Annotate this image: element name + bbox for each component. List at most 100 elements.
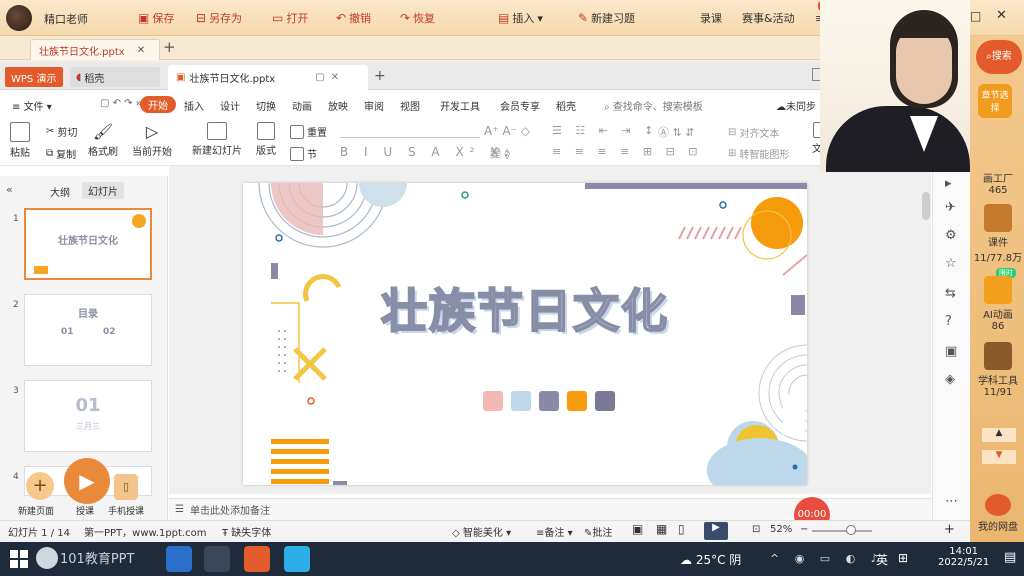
transition-icon[interactable]: ⇆: [945, 286, 956, 301]
chapter-select-button[interactable]: 章节选择: [978, 84, 1012, 118]
unsync-button[interactable]: ☁未同步: [776, 98, 816, 113]
collapse-panel-icon[interactable]: «: [6, 183, 13, 196]
saveas-button[interactable]: ⊟ 另存为: [196, 10, 242, 26]
tab-slideshow[interactable]: 放映: [328, 98, 348, 113]
ime-icon[interactable]: ⊞: [898, 551, 908, 565]
play-from-current-button[interactable]: ▷ 当前开始: [132, 122, 172, 158]
sidebar-search-button[interactable]: ⌕搜索: [976, 40, 1022, 74]
list-controls[interactable]: ☰ ☷ ⇤ ⇥ ↕: [552, 124, 658, 137]
smart-beautify-button[interactable]: ◇ 智能美化 ▾: [452, 524, 511, 539]
teach-play-icon[interactable]: ▶: [64, 458, 110, 504]
sidebar-item-cloud-disk[interactable]: 我的网盘: [972, 494, 1024, 533]
star-icon[interactable]: ☆: [945, 256, 957, 271]
windows-start-icon[interactable]: [10, 550, 28, 568]
layout-button[interactable]: 版式: [256, 122, 276, 157]
tab-daoke[interactable]: 稻壳: [556, 98, 576, 113]
location-icon[interactable]: ◈: [945, 372, 955, 387]
reset-button[interactable]: 重置: [290, 124, 327, 139]
image-icon[interactable]: ▣: [945, 344, 957, 359]
window-icon[interactable]: ▢: [315, 72, 324, 83]
teach-label[interactable]: 授课: [76, 504, 94, 517]
tab-developer[interactable]: 开发工具: [440, 98, 480, 113]
tray-icons[interactable]: ^ ◉ ▭ ◐ ♪: [770, 552, 884, 565]
copy-button[interactable]: ⧉ 复制: [46, 146, 76, 161]
sorter-view-icon[interactable]: ▦: [656, 522, 667, 536]
task-view-icon[interactable]: [36, 547, 58, 569]
clock[interactable]: 14:01 2022/5/21: [938, 546, 989, 568]
cut-button[interactable]: ✂ 剪切: [46, 124, 77, 139]
normal-view-icon[interactable]: ▣: [632, 522, 643, 536]
undo-button[interactable]: ↶ 撤销: [336, 10, 371, 26]
command-search[interactable]: ⌕ 查找命令、搜索模板: [604, 98, 703, 113]
tab-switch[interactable]: 切换: [256, 98, 276, 113]
new-doc-icon[interactable]: +: [374, 68, 386, 84]
insert-menu[interactable]: ▤ 插入 ▾: [498, 10, 543, 26]
slide-thumbnail-2[interactable]: 目录 01 02: [24, 294, 152, 366]
slide-thumbnail-3[interactable]: 01 三月三: [24, 380, 152, 452]
tab-design[interactable]: 设计: [220, 98, 240, 113]
settings-sliders-icon[interactable]: ⚙: [945, 228, 957, 243]
new-exercise-button[interactable]: ✎ 新建习题: [578, 10, 635, 26]
align-text-button[interactable]: ⊟ 对齐文本: [728, 125, 779, 140]
canvas-scrollbar[interactable]: [922, 192, 930, 220]
zoom-slider[interactable]: [812, 530, 872, 532]
tab-member[interactable]: 会员专享: [500, 98, 540, 113]
play-slideshow-icon[interactable]: ▶: [704, 522, 728, 540]
sidebar-item-draw[interactable]: 画工厂 465: [972, 170, 1024, 196]
section-button[interactable]: 节: [290, 146, 317, 161]
zoom-in-icon[interactable]: +: [944, 522, 955, 537]
new-slide-button[interactable]: 新建幻灯片: [192, 122, 242, 157]
user-avatar[interactable]: [6, 5, 32, 31]
help-icon[interactable]: ?: [945, 314, 952, 329]
fit-icon[interactable]: ⊡: [752, 524, 760, 535]
tab-animation[interactable]: 动画: [292, 98, 312, 113]
tab-review[interactable]: 审阅: [364, 98, 384, 113]
more-dots-icon[interactable]: ⋯: [945, 494, 958, 509]
smartart-button[interactable]: ⊞ 转智能图形: [728, 146, 789, 161]
pinyin-icon[interactable]: 變 ◊: [490, 145, 510, 161]
slide-thumbnail-1[interactable]: 壮族节日文化: [24, 208, 152, 280]
sidebar-item-ai-animation[interactable]: AI动画 86: [972, 276, 1024, 332]
font-size-controls[interactable]: A⁺ A⁻ ◇: [484, 124, 530, 138]
redo-button[interactable]: ↷ 恢复: [400, 10, 435, 26]
collapse-icon[interactable]: ▸: [945, 176, 952, 191]
document-tab[interactable]: ▣ 壮族节日文化.pptx ▢ ✕: [168, 65, 368, 90]
input-language[interactable]: 英: [876, 551, 888, 568]
notes-toggle[interactable]: ≡备注 ▾: [536, 524, 573, 539]
text-direction-controls[interactable]: Ⓐ ⇅ ⇵: [658, 124, 694, 140]
paragraph-align-controls[interactable]: ≡ ≡ ≡ ≡ ⊞ ⊟ ⊡: [552, 145, 703, 158]
app-taskbar-icon[interactable]: [284, 546, 310, 572]
quick-tools-icon[interactable]: ▢ ↶ ↷ »: [100, 98, 142, 109]
record-lesson-button[interactable]: 录课: [700, 10, 722, 26]
tab-insert[interactable]: 插入: [184, 98, 204, 113]
settings-icon[interactable]: [204, 546, 230, 572]
maximize-icon[interactable]: □: [970, 9, 981, 23]
mail-icon[interactable]: [166, 546, 192, 572]
save-button[interactable]: ▣ 保存: [138, 10, 174, 26]
file-menu[interactable]: ≡ 文件 ▾: [12, 98, 52, 113]
phone-teach-label[interactable]: 手机授课: [108, 504, 144, 517]
slide-title[interactable]: 壮族节日文化: [243, 275, 807, 341]
user-name[interactable]: 精口老师: [44, 11, 88, 27]
daoke-tab[interactable]: ◖ 稻壳: [70, 67, 160, 87]
slides-tab[interactable]: 幻灯片: [82, 182, 124, 199]
scroll-up-icon[interactable]: ▲: [982, 428, 1016, 442]
paste-button[interactable]: 粘贴: [10, 122, 30, 159]
new-page-label[interactable]: 新建页面: [18, 504, 54, 517]
close-doc-icon[interactable]: ✕: [331, 72, 339, 83]
phone-icon[interactable]: ▯: [114, 474, 138, 500]
scroll-down-icon[interactable]: ▼: [982, 450, 1016, 464]
new-tab-icon[interactable]: +: [163, 38, 176, 56]
comment-toggle[interactable]: ✎批注: [584, 524, 612, 539]
sidebar-item-courseware[interactable]: 课件 11/77.8万: [972, 204, 1024, 264]
missing-font-button[interactable]: Ŧ 缺失字体: [222, 524, 271, 539]
open-button[interactable]: ▭ 打开: [272, 10, 308, 26]
rocket-icon[interactable]: ✈: [945, 200, 956, 215]
add-page-icon[interactable]: +: [26, 472, 54, 500]
tab-view[interactable]: 视图: [400, 98, 420, 113]
slide-editor[interactable]: 壮族节日文化: [243, 183, 807, 485]
wps-taskbar-icon[interactable]: [244, 546, 270, 572]
font-family-select[interactable]: [340, 124, 480, 138]
close-tab-icon[interactable]: ✕: [137, 45, 145, 56]
tab-start[interactable]: 开始: [140, 96, 176, 113]
